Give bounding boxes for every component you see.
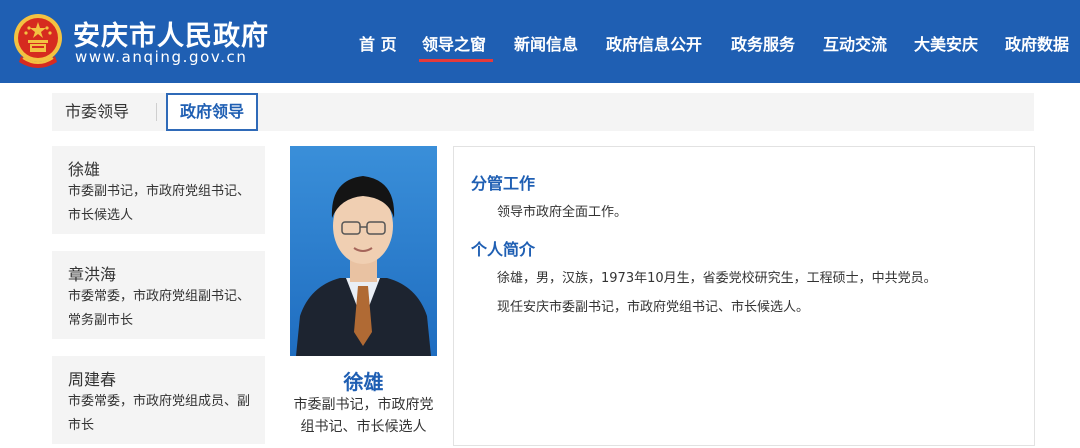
tab-divider xyxy=(156,103,157,121)
nav-home[interactable]: 首 页 xyxy=(359,31,397,55)
leader-card[interactable]: 章洪海 市委常委，市政府党组副书记、常务副市长 xyxy=(52,251,265,339)
nav-data[interactable]: 政府数据 xyxy=(1005,31,1069,55)
nav-active-indicator xyxy=(419,59,493,62)
leader-name: 周建春 xyxy=(68,370,117,389)
leader-photo xyxy=(290,146,437,356)
nav-anqing[interactable]: 大美安庆 xyxy=(914,31,978,55)
leader-title: 市委副书记，市政府党组书记、市长候选人 xyxy=(68,184,251,223)
bio-heading: 个人简介 xyxy=(471,240,536,259)
bio-text-line2: 现任安庆市委副书记，市政府党组书记、市长候选人。 xyxy=(497,300,810,315)
tab-government[interactable]: 政府领导 xyxy=(166,93,259,131)
leader-name: 徐雄 xyxy=(68,160,101,179)
site-header: 安庆市人民政府 www.anqing.gov.cn 首 页 领导之窗 新闻信息 … xyxy=(0,0,1080,83)
leader-tabs: 市委领导 政府领导 xyxy=(52,93,1034,131)
main-nav: 首 页 领导之窗 新闻信息 政府信息公开 政务服务 互动交流 大美安庆 政府数据 xyxy=(0,0,1080,83)
leader-title: 市委常委，市政府党组成员、副市长 xyxy=(68,394,251,433)
leader-card[interactable]: 徐雄 市委副书记，市政府党组书记、市长候选人 xyxy=(52,146,265,234)
bio-text-line1: 徐雄，男，汉族，1973年10月生，省委党校研究生，工程硕士，中共党员。 xyxy=(497,271,937,286)
nav-info-disclosure[interactable]: 政府信息公开 xyxy=(606,31,702,55)
profile-info-panel: 分管工作 领导市政府全面工作。 个人简介 徐雄，男，汉族，1973年10月生，省… xyxy=(453,146,1035,446)
profile-title: 市委副书记，市政府党组书记、市长候选人 xyxy=(293,397,434,435)
duties-text: 领导市政府全面工作。 xyxy=(497,205,628,220)
leader-card[interactable]: 周建春 市委常委，市政府党组成员、副市长 xyxy=(52,356,265,444)
nav-services[interactable]: 政务服务 xyxy=(731,31,795,55)
duties-heading: 分管工作 xyxy=(471,174,536,193)
tab-city-committee[interactable]: 市委领导 xyxy=(65,93,129,131)
leader-name: 章洪海 xyxy=(68,265,117,284)
profile-name: 徐雄 xyxy=(343,370,384,394)
nav-leaders[interactable]: 领导之窗 xyxy=(422,31,486,55)
leader-title: 市委常委，市政府党组副书记、常务副市长 xyxy=(68,289,251,328)
nav-interaction[interactable]: 互动交流 xyxy=(823,31,887,55)
nav-news[interactable]: 新闻信息 xyxy=(514,31,578,55)
